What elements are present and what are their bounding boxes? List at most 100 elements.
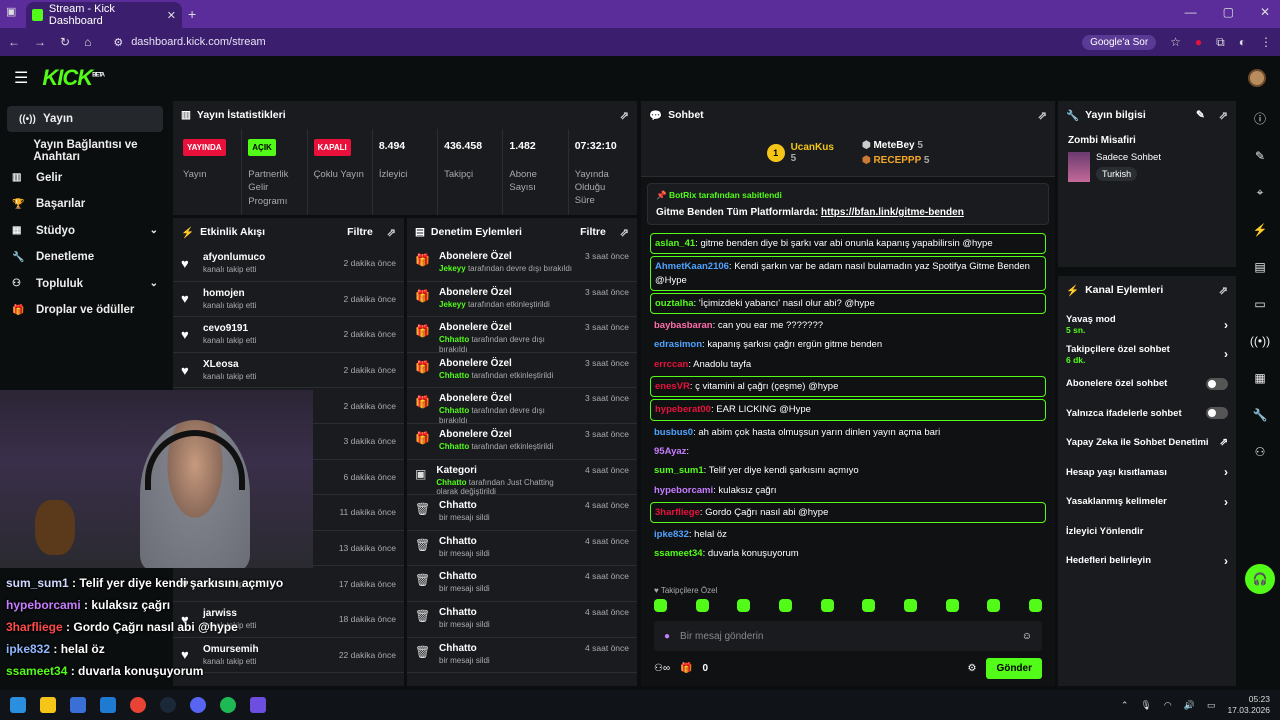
close-window-icon[interactable]: ✕ <box>1260 5 1270 19</box>
chat-message[interactable]: sum_sum1: Telif yer diye kendi şarkısını… <box>650 461 1046 480</box>
emote-icon[interactable] <box>778 599 792 612</box>
chat-username[interactable]: enesVR <box>655 381 690 392</box>
support-headset-icon[interactable]: 🎧 <box>1240 560 1280 597</box>
edit-icon[interactable]: ✎ <box>1196 109 1205 121</box>
chevron-right-icon[interactable]: › <box>1224 465 1228 479</box>
bolt-icon[interactable]: ⚡ <box>1240 211 1280 248</box>
chat-message[interactable]: 95Ayaz: <box>650 442 1046 461</box>
spotify-icon[interactable] <box>220 697 236 713</box>
new-tab-icon[interactable]: + <box>188 6 196 22</box>
chevron-down-icon[interactable]: ⌄ <box>150 225 158 236</box>
chat-message[interactable]: ssameet34: duvarla konuşuyorum <box>650 544 1046 563</box>
chat-username[interactable]: hypeberat00 <box>655 404 711 415</box>
sidebar-item-1[interactable]: Yayın Bağlantısı ve Anahtarı <box>0 138 170 165</box>
sidebar-item-5[interactable]: 🔧 Denetleme <box>0 244 170 271</box>
toggle-switch[interactable] <box>1206 407 1228 420</box>
chat-message[interactable]: enesVR: ç vitamini al çağrı (çeşme) @hyp… <box>650 376 1046 398</box>
chat-message[interactable]: errccan: Anadolu tayfa <box>650 355 1046 374</box>
channel-action-row[interactable]: Yalnızca ifadelerle sohbet <box>1058 399 1236 429</box>
chat-message[interactable]: 3harfliege: Gordo Çağrı nasıl abi @hype <box>650 501 1046 524</box>
app-icon[interactable] <box>250 697 266 713</box>
minimize-icon[interactable]: — <box>1185 5 1197 19</box>
community-icon[interactable]: ⚇ <box>1240 433 1280 470</box>
chevron-right-icon[interactable]: › <box>1224 318 1228 332</box>
settings-icon[interactable]: ⚙ <box>967 663 976 674</box>
chat-username[interactable]: ipke832 <box>654 529 689 540</box>
chevron-right-icon[interactable]: › <box>1224 554 1228 568</box>
chat-message[interactable]: baybasbaran: can you ear me ??????? <box>650 316 1046 335</box>
popout-icon[interactable]: ⇗ <box>620 226 629 239</box>
sidebar-item-3[interactable]: 🏆 Başarılar <box>0 191 170 218</box>
gift-icon[interactable]: 🎁 <box>680 663 692 674</box>
maximize-icon[interactable]: ▢ <box>1223 5 1234 19</box>
hamburger-menu-icon[interactable]: ☰ <box>14 68 28 88</box>
toggle-switch[interactable] <box>1206 377 1228 390</box>
moderation-row[interactable]: ▣ Kategori Chhatto tarafından Just Chattin… <box>407 460 637 496</box>
chat-username[interactable]: edrasimon <box>654 339 702 350</box>
volume-icon[interactable]: 🔊 <box>1184 700 1195 711</box>
browser-tab[interactable]: Stream - Kick Dashboard ✕ <box>26 2 182 28</box>
chat-icon[interactable]: ▭ <box>1240 285 1280 322</box>
channel-action-row[interactable]: Hedefleri belirleyin › <box>1058 546 1236 576</box>
chat-username[interactable]: baybasbaran <box>654 320 713 331</box>
chat-username[interactable]: aslan_41 <box>655 238 695 249</box>
channel-action-row[interactable]: Yavaş mod 5 sn. › <box>1058 310 1236 340</box>
home-icon[interactable]: ⌂ <box>84 35 91 49</box>
popout-icon[interactable]: ⇗ <box>1219 109 1228 122</box>
close-tab-icon[interactable]: ✕ <box>167 9 176 22</box>
site-info-icon[interactable]: ⚙ <box>113 36 123 49</box>
moderation-row[interactable]: 🗑 Chhatto bir mesajı sildi 4 saat önce <box>407 638 637 674</box>
extensions-puzzle-icon[interactable]: ⧉ <box>1216 35 1225 50</box>
activity-row[interactable]: ♥ cevo9191 kanalı takip etti 2 dakika önce <box>173 317 404 353</box>
emote-icon[interactable] <box>903 599 917 612</box>
google-ask-button[interactable]: Google'a Sor <box>1082 34 1157 50</box>
moderation-row[interactable]: 🗑 Chhatto bir mesajı sildi 4 saat önce <box>407 602 637 638</box>
moderation-row[interactable]: 🗑 Chhatto bir mesajı sildi 4 saat önce <box>407 531 637 567</box>
layout-icon[interactable]: ▦ <box>1240 359 1280 396</box>
windows-start-icon[interactable] <box>10 697 26 713</box>
sidebar-item-4[interactable]: ▦ Stüdyo ⌄ <box>0 218 170 245</box>
stream-tag[interactable]: Turkish <box>1096 167 1138 181</box>
url-field[interactable]: ⚙ dashboard.kick.com/stream <box>105 31 1068 53</box>
moderation-row[interactable]: 🎁 Abonelere Özel Jekeyy tarafından etkinle… <box>407 282 637 318</box>
emote-icon[interactable] <box>862 599 876 612</box>
pinned-message[interactable]: 📌 BotRix tarafından sabitlendi Gitme Ben… <box>647 183 1049 225</box>
chat-username[interactable]: AhmetKaan2106 <box>655 261 729 272</box>
file-explorer-icon[interactable] <box>40 697 56 713</box>
chat-message[interactable]: ipke832: helal öz <box>650 525 1046 544</box>
browser-menu-icon[interactable]: ⋮ <box>1260 35 1272 49</box>
chat-username[interactable]: ssameet34 <box>654 548 703 559</box>
chevron-up-icon[interactable]: ⌃ <box>1121 700 1129 711</box>
mic-icon[interactable]: ● <box>664 631 670 642</box>
chevron-right-icon[interactable]: › <box>1224 495 1228 509</box>
user-avatar[interactable] <box>1248 69 1266 87</box>
moderation-filter-button[interactable]: Filtre <box>580 226 606 238</box>
moderation-row[interactable]: 🎁 Abonelere Özel Jekeyy tarafından devre d… <box>407 246 637 282</box>
broadcast-icon[interactable]: ((•)) <box>1240 322 1280 359</box>
forward-icon[interactable]: → <box>34 35 46 49</box>
leader-others[interactable]: ⬢ MeteBey 5 ⬢ RECEPPP 5 <box>862 138 929 168</box>
channel-action-row[interactable]: Hesap yaşı kısıtlaması › <box>1058 458 1236 488</box>
moderation-row[interactable]: 🎁 Abonelere Özel Chhatto tarafından devre … <box>407 317 637 354</box>
external-link-icon[interactable]: ⇗ <box>1220 437 1228 448</box>
tab-search-icon[interactable]: ▣ <box>6 5 16 18</box>
chat-username[interactable]: hypeborcami <box>654 485 713 496</box>
sidebar-item-2[interactable]: ▥ Gelir <box>0 165 170 192</box>
focus-icon[interactable]: ⌖ <box>1240 174 1280 211</box>
emote-icon[interactable] <box>945 599 959 612</box>
leader-first[interactable]: 1 UcanKus 5 <box>766 142 834 164</box>
popout-icon[interactable]: ⇗ <box>1038 109 1047 122</box>
channel-action-row[interactable]: Abonelere özel sohbet <box>1058 369 1236 399</box>
chat-username[interactable]: 95Ayaz <box>654 446 686 457</box>
chevron-down-icon[interactable]: ⌄ <box>150 278 158 289</box>
moderation-row[interactable]: 🎁 Abonelere Özel Chhatto tarafından devre … <box>407 388 637 425</box>
steam-icon[interactable] <box>160 697 176 713</box>
channel-action-row[interactable]: Yapay Zeka ile Sohbet Denetimi ⇗ <box>1058 428 1236 458</box>
activity-row[interactable]: ♥ homojen kanalı takip etti 2 dakika önce <box>173 282 404 318</box>
channel-action-row[interactable]: İzleyici Yönlendir <box>1058 517 1236 547</box>
channel-action-row[interactable]: Yasaklanmış kelimeler › <box>1058 487 1236 517</box>
chat-message[interactable]: hypeberat00: EAR LICKING @Hype <box>650 399 1046 421</box>
pencil-icon[interactable]: ✎ <box>1240 137 1280 174</box>
clock[interactable]: 05:23 17.03.2026 <box>1227 694 1270 716</box>
chat-message[interactable]: edrasimon: kapanış şarkısı çağrı ergün g… <box>650 335 1046 354</box>
